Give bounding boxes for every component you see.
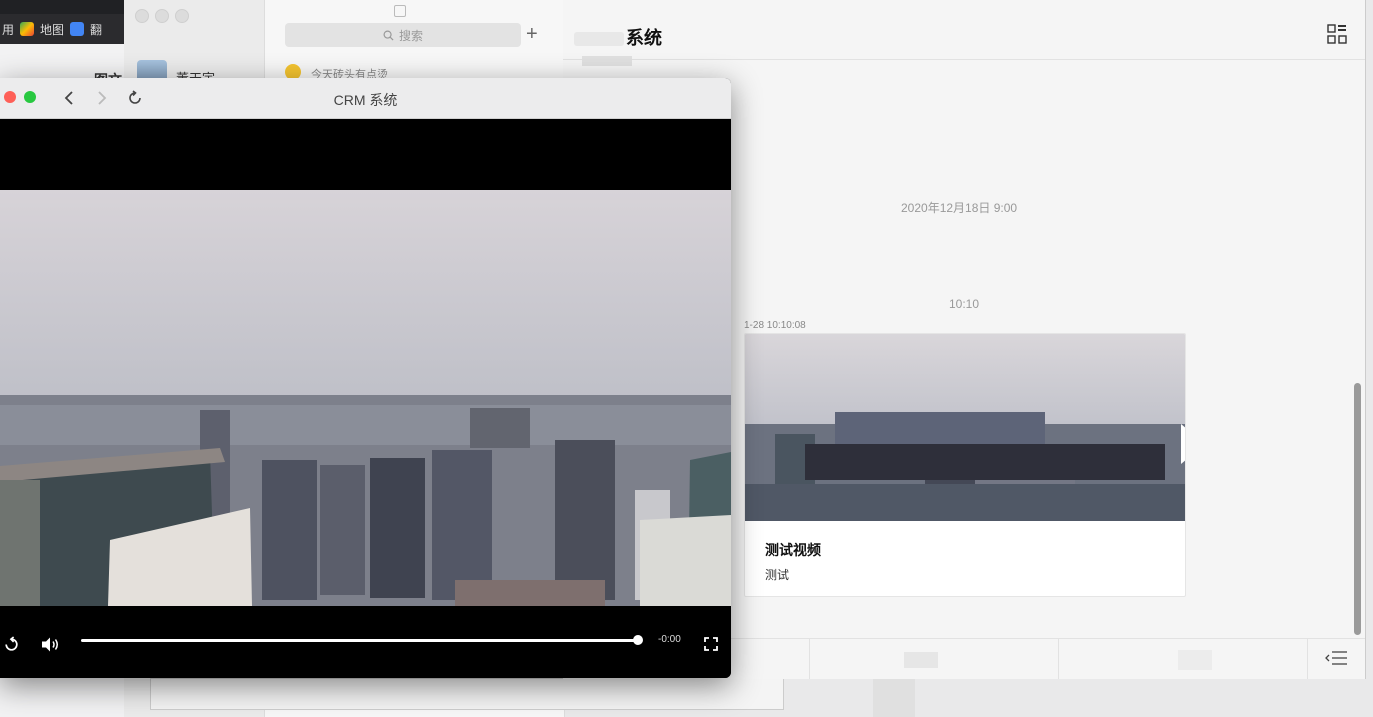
translate-icon: [70, 22, 85, 36]
video-message-card[interactable]: 测试视频 测试: [744, 333, 1186, 597]
search-input[interactable]: 搜索: [285, 23, 521, 47]
grid-icon[interactable]: [1327, 24, 1347, 44]
footer-tab[interactable]: [1059, 639, 1309, 679]
background-panel: [150, 678, 784, 710]
close-dot-inactive[interactable]: [135, 9, 149, 23]
search-icon: [383, 30, 394, 41]
video-controls: -0:00: [0, 606, 731, 678]
blurred-label: [1178, 650, 1213, 670]
browser-tabstrip: [0, 0, 135, 14]
video-card-description: 测试: [765, 568, 790, 582]
timestamp: 10:10: [949, 297, 980, 311]
maximize-dot-inactive[interactable]: [175, 9, 189, 23]
volume-icon[interactable]: [41, 636, 61, 653]
time-remaining: -0:00: [658, 634, 681, 645]
blurred-label: [582, 56, 632, 66]
video-player-window: CRM 系统 -0:00: [0, 78, 731, 678]
menu-toggle[interactable]: [1308, 639, 1365, 679]
video-thumbnail[interactable]: [745, 334, 1185, 521]
chat-header: [563, 0, 1365, 60]
blurred-label: [574, 32, 624, 46]
progress-handle[interactable]: [633, 635, 643, 645]
menu-list-icon: [1325, 651, 1347, 665]
bookmarks-bar: 用 地图 翻: [0, 14, 137, 44]
scrollbar[interactable]: [1354, 383, 1361, 635]
bookmark-translate[interactable]: 翻: [90, 21, 102, 38]
blurred-label: [904, 652, 939, 668]
player-window-title: CRM 系统: [333, 92, 398, 108]
compose-icon[interactable]: [394, 5, 406, 17]
footer-tab[interactable]: [810, 639, 1060, 679]
timestamp: 2020年12月18日 9:00: [901, 201, 1018, 215]
search-placeholder: 搜索: [398, 28, 423, 43]
add-button[interactable]: +: [526, 22, 538, 46]
progress-bar[interactable]: [81, 635, 643, 645]
video-card-title: 测试视频: [765, 542, 821, 558]
fullscreen-icon[interactable]: [704, 637, 718, 651]
replay-icon[interactable]: [3, 636, 20, 653]
bookmark-apps[interactable]: 用: [2, 21, 14, 38]
bookmark-maps[interactable]: 地图: [40, 21, 64, 38]
player-titlebar: CRM 系统: [0, 78, 731, 119]
chat-title: 系统: [626, 28, 662, 48]
background-panel-right: [873, 678, 915, 717]
message-time: 1-28 10:10:08: [744, 320, 806, 331]
video-frame[interactable]: [0, 190, 731, 606]
minimize-dot-inactive[interactable]: [155, 9, 169, 23]
maps-icon: [20, 22, 35, 36]
